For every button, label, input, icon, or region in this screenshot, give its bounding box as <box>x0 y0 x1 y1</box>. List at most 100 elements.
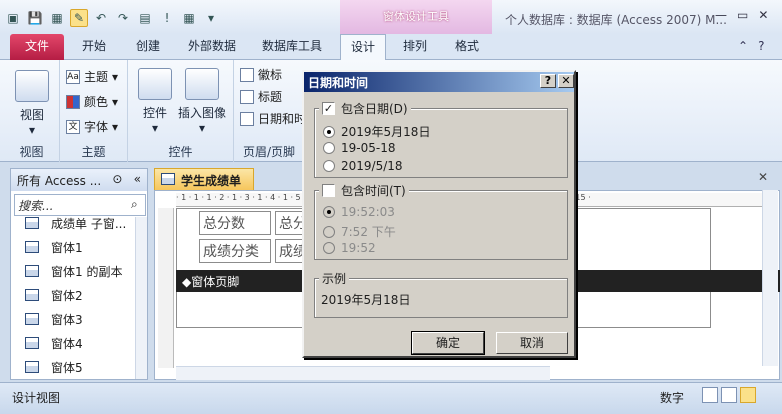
close-button[interactable]: ✕ <box>758 8 768 22</box>
dialog-close-button[interactable]: ✕ <box>558 74 574 88</box>
form-view-icon[interactable] <box>702 387 718 403</box>
group-label-controls: 控件 <box>168 145 193 159</box>
example-value: 2019年5月18日 <box>321 293 411 307</box>
date-option-long[interactable]: 2019年5月18日 <box>323 123 430 140</box>
textbox-grade[interactable]: 成绩 <box>275 239 305 263</box>
document-horizontal-scrollbar[interactable] <box>176 366 550 380</box>
design-icon[interactable]: ✎ <box>70 9 88 27</box>
radio-time-short[interactable] <box>323 242 335 254</box>
collapse-nav-icon[interactable]: « <box>134 172 141 188</box>
include-time-checkbox[interactable] <box>322 184 335 197</box>
tab-home[interactable]: 开始 <box>70 34 118 60</box>
time-option-long[interactable]: 19:52:03 <box>323 205 395 219</box>
access-icon[interactable]: ▣ <box>4 9 22 27</box>
design-view-icon[interactable] <box>740 387 756 403</box>
label-total-score[interactable]: 总分数 <box>199 211 271 235</box>
save-icon[interactable]: 💾 <box>26 9 44 27</box>
form-icon <box>161 173 175 185</box>
fonts-icon: 文 <box>66 119 80 134</box>
tab-create[interactable]: 创建 <box>124 34 172 60</box>
nav-item-subform[interactable]: 成绩单 子窗... <box>11 211 135 235</box>
radio-date-slash[interactable] <box>323 160 335 172</box>
search-icon[interactable]: ⌕ <box>131 197 138 212</box>
help-icon[interactable]: ? <box>758 39 764 53</box>
time-group: 包含时间(T) 19:52:03 7:52 下午 19:52 <box>314 182 568 260</box>
help-area: ⌃ ? <box>738 39 764 53</box>
time-option-ampm[interactable]: 7:52 下午 <box>323 223 396 240</box>
colors-button[interactable]: 颜色 ▾ <box>66 93 118 110</box>
cancel-button[interactable]: 取消 <box>496 332 568 354</box>
calendar-icon <box>240 111 254 126</box>
tab-arrange[interactable]: 排列 <box>392 34 438 60</box>
label-grade-category[interactable]: 成绩分类 <box>199 239 271 263</box>
redo-icon[interactable]: ↷ <box>114 9 132 27</box>
nav-scrollbar[interactable] <box>135 217 147 379</box>
minimize-button[interactable]: — <box>715 8 727 22</box>
view-button[interactable]: 视图 ▾ <box>14 70 50 137</box>
form-icon <box>25 241 39 253</box>
info-icon[interactable]: ! <box>158 9 176 27</box>
date-group: ✓ 包含日期(D) 2019年5月18日 19-05-18 2019/5/18 <box>314 100 568 178</box>
radio-time-ampm[interactable] <box>323 225 335 238</box>
excel-icon[interactable]: ▦ <box>48 9 66 27</box>
textbox-total[interactable]: 总分 <box>275 211 305 235</box>
nav-item-form2[interactable]: 窗体2 <box>11 283 135 307</box>
nav-item-form5[interactable]: 窗体5 <box>11 355 135 379</box>
time-option-short[interactable]: 19:52 <box>323 241 376 255</box>
nav-list: 成绩单 子窗... 窗体1 窗体1 的副本 窗体2 窗体3 窗体4 窗体5 <box>11 217 135 379</box>
help-button[interactable]: ? <box>540 74 556 88</box>
controls-button[interactable]: 控件 ▾ <box>136 68 174 135</box>
chevron-down-icon: ▾ <box>28 123 36 137</box>
logo-button[interactable]: 徽标 <box>240 66 282 83</box>
chevron-down-icon: ▾ <box>112 119 119 134</box>
chevron-down-icon: ▾ <box>151 121 159 135</box>
tab-file[interactable]: 文件 <box>10 34 64 60</box>
tab-format[interactable]: 格式 <box>444 34 490 60</box>
form-icon <box>25 265 39 277</box>
collapse-ribbon-icon[interactable]: ⌃ <box>738 39 748 53</box>
nav-header[interactable]: 所有 Access ... ⊙ « <box>11 169 147 191</box>
form-icon <box>25 361 39 373</box>
form-icon <box>25 289 39 301</box>
form-view-icon[interactable]: ▤ <box>136 9 154 27</box>
date-option-slash[interactable]: 2019/5/18 <box>323 159 403 173</box>
radio-date-short[interactable] <box>323 142 335 154</box>
status-bar: 设计视图 数字 <box>0 382 782 414</box>
fonts-button[interactable]: 文字体 ▾ <box>66 118 118 135</box>
close-document-icon[interactable]: ✕ <box>758 170 768 184</box>
chevron-down-icon: ▾ <box>198 121 206 135</box>
document-vertical-scrollbar[interactable] <box>762 190 778 366</box>
restore-button[interactable]: ▭ <box>737 8 748 22</box>
table-icon[interactable]: ▦ <box>180 9 198 27</box>
status-view-mode: 设计视图 <box>12 391 61 405</box>
group-view: 视图 ▾ 视图 <box>4 60 60 162</box>
example-group: 示例 2019年5月18日 <box>314 270 568 318</box>
date-option-short[interactable]: 19-05-18 <box>323 141 395 155</box>
insert-image-button[interactable]: 插入图像 ▾ <box>176 68 228 135</box>
date-time-dialog: 日期和时间 ? ✕ ✓ 包含日期(D) 2019年5月18日 19-05-18 … <box>302 70 576 358</box>
undo-icon[interactable]: ↶ <box>92 9 110 27</box>
nav-item-form4[interactable]: 窗体4 <box>11 331 135 355</box>
radio-date-long[interactable] <box>323 125 335 138</box>
tools-icon <box>138 68 172 100</box>
tab-design[interactable]: 设计 <box>340 34 386 61</box>
image-icon <box>185 68 219 100</box>
chevron-down-circle-icon[interactable]: ⊙ <box>112 172 122 188</box>
tab-database-tools[interactable]: 数据库工具 <box>254 34 330 60</box>
layout-view-icon[interactable] <box>721 387 737 403</box>
include-date-checkbox[interactable]: ✓ <box>322 102 335 115</box>
nav-item-form3[interactable]: 窗体3 <box>11 307 135 331</box>
document-tab[interactable]: 学生成绩单 <box>154 168 254 190</box>
nav-item-form1[interactable]: 窗体1 <box>11 235 135 259</box>
ok-button[interactable]: 确定 <box>411 331 485 355</box>
title-button[interactable]: 标题 <box>240 88 282 105</box>
customize-chevron-icon[interactable]: ▾ <box>202 9 220 27</box>
chevron-down-icon: ▾ <box>112 69 119 84</box>
theme-button[interactable]: Aa 主题 ▾ <box>66 68 118 85</box>
radio-time-long[interactable] <box>323 206 335 218</box>
tab-external-data[interactable]: 外部数据 <box>180 34 244 60</box>
window-title: 个人数据库 : 数据库 (Access 2007) M... <box>505 13 727 27</box>
group-label-header-footer: 页眉/页脚 <box>242 145 296 159</box>
nav-item-form1-copy[interactable]: 窗体1 的副本 <box>11 259 135 283</box>
date-time-button[interactable]: 日期和时 <box>240 110 306 127</box>
